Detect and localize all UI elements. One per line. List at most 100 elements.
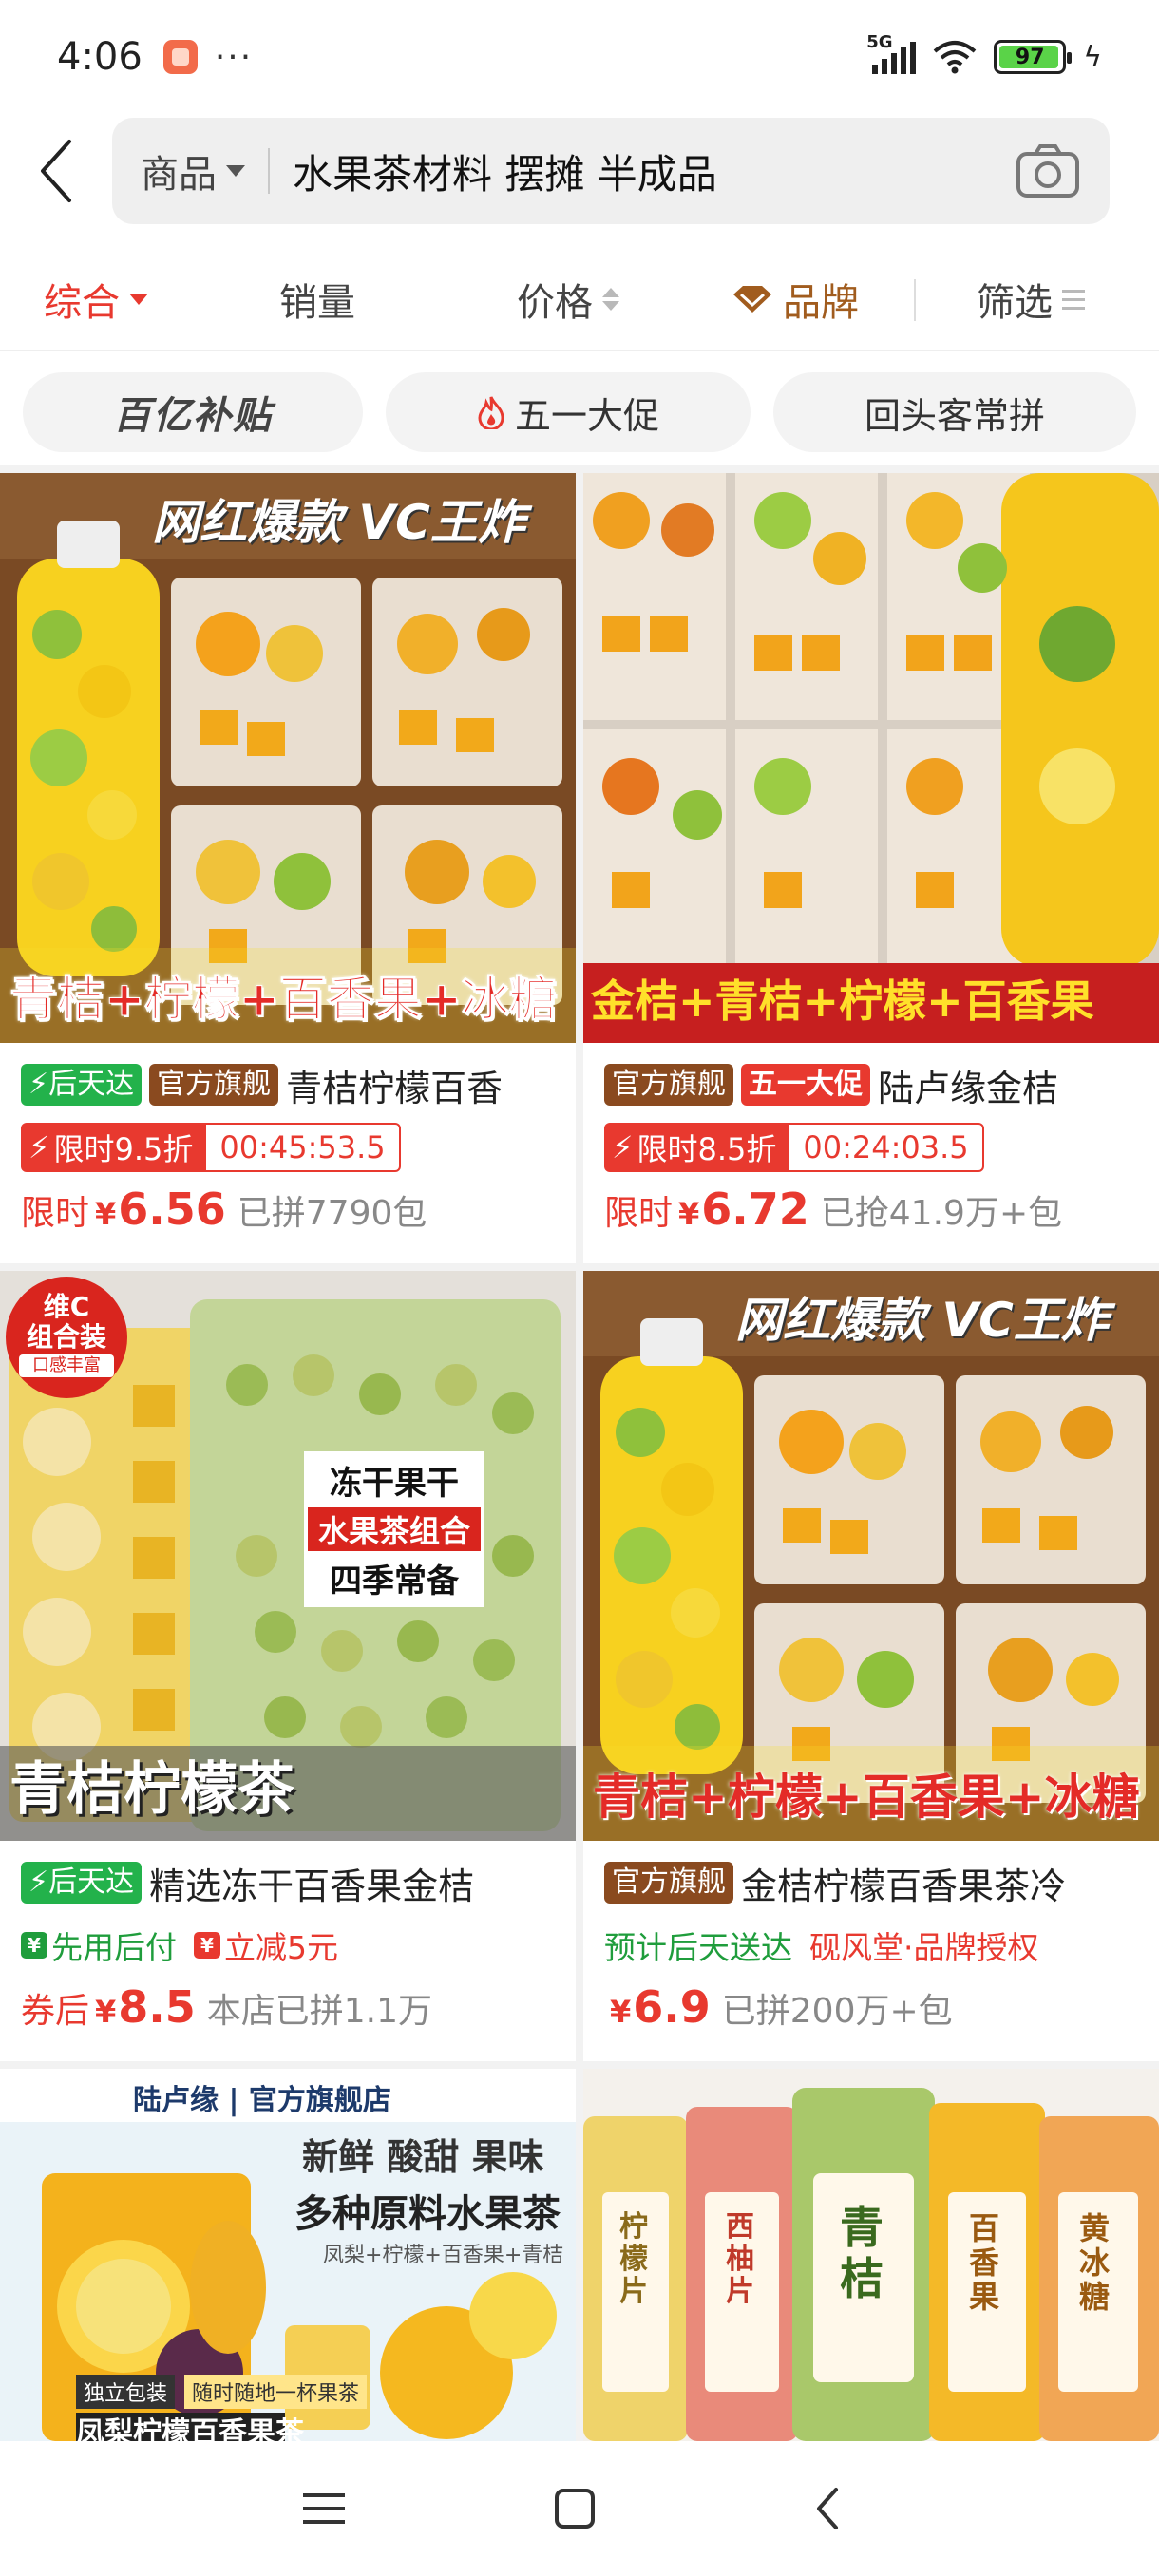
product-card[interactable]: 陆卢缘 | 官方旗舰店 新鲜 酸甜 果味 多种原料水果茶 凤梨+柠檬+百香果+青… <box>0 2069 576 2441</box>
home-icon <box>555 2489 595 2529</box>
bolt-icon: ⚡ <box>28 1129 50 1165</box>
product-image[interactable]: 陆卢缘 | 官方旗舰店 新鲜 酸甜 果味 多种原料水果茶 凤梨+柠檬+百香果+青… <box>0 2069 576 2441</box>
image-banner-bottom: 青桔+柠檬+百香果+冰糖 <box>10 972 558 1028</box>
promo-badge: 五一大促 <box>741 1064 870 1106</box>
promo-mayday-label: 五一大促 <box>514 394 659 437</box>
delivery-badge: ⚡后天达 <box>21 1862 142 1904</box>
search-box[interactable]: 商品 水果茶材料 摆摊 半成品 <box>112 118 1110 224</box>
flash-sale-tag: ⚡ 限时8.5折 00:24:03.5 <box>604 1123 984 1172</box>
sold-count: 已抢41.9万+包 <box>820 1194 1063 1233</box>
product-title-line: 官方旗舰 五一大促 陆卢缘金桔 <box>604 1056 1150 1113</box>
pay-later-tag: ¥ 先用后付 <box>21 1923 177 1968</box>
product-title: 青桔柠檬百香 <box>286 1067 504 1109</box>
sort-brand[interactable]: 品牌 <box>732 272 859 327</box>
search-input[interactable]: 水果茶材料 摆摊 半成品 <box>293 142 1015 200</box>
flash-discount: ⚡ 限时9.5折 <box>21 1123 205 1172</box>
price-label: 券后 <box>21 1992 90 2031</box>
product-image[interactable]: 金桔+青桔+柠檬+百香果 <box>583 473 1159 1043</box>
price-line: 限时 ¥ 6.72 已抢41.9万+包 <box>604 1184 1062 1241</box>
product-card[interactable]: 维C 组合装 口感丰富 冻干果干 水果茶组合 四季常备 青桔柠檬茶 ⚡后天达 精… <box>0 1271 576 2061</box>
sort-bar: 综合 销量 价格 品牌 筛选 <box>0 245 1159 351</box>
product-title-line: ⚡后天达 精选冻干百香果金桔 <box>21 1854 566 1911</box>
price-label: 限时 <box>21 1194 90 1233</box>
status-bar: 4:06 ··· 5G 97 ϟ <box>0 0 1159 114</box>
sort-sales-label: 销量 <box>279 281 355 325</box>
promo-subsidy-label: 百亿补贴 <box>113 394 273 438</box>
system-navigation-bar <box>0 2441 1159 2576</box>
system-back-button[interactable] <box>794 2475 861 2542</box>
chevron-down-icon <box>129 294 148 305</box>
countdown-timer: 00:45:53.5 <box>204 1123 401 1172</box>
discount-icon: ¥ <box>194 1932 220 1959</box>
delivery-badge: ⚡后天达 <box>21 1064 142 1106</box>
image-subhead: 多种原料水果茶 <box>294 2192 560 2236</box>
flash-sale-tag: ⚡ 限时9.5折 00:45:53.5 <box>21 1123 401 1172</box>
product-title: 精选冻干百香果金桔 <box>149 1865 475 1907</box>
filter-lines-icon <box>1062 289 1085 310</box>
camera-icon[interactable] <box>1015 142 1081 199</box>
back-arrow-icon <box>41 140 71 202</box>
image-label-card: 冻干果干 水果茶组合 四季常备 <box>304 1451 484 1607</box>
currency-symbol: ¥ <box>610 1994 632 2030</box>
official-store-badge: 官方旗舰 <box>604 1064 733 1106</box>
sort-comprehensive[interactable]: 综合 <box>44 272 148 327</box>
jar-label: 青桔 <box>840 2202 884 2304</box>
bolt-icon: ⚡ <box>612 1129 634 1165</box>
product-card[interactable]: 网红爆款 VC王炸 青桔+柠檬+百香果+冰糖 官方旗舰 金桔柠檬百香果茶冷 预计… <box>583 1271 1159 2061</box>
product-title-line: 官方旗舰 金桔柠檬百香果茶冷 <box>604 1854 1150 1911</box>
promo-mayday-pill[interactable]: 五一大促 <box>386 372 750 452</box>
wifi-icon <box>933 41 977 74</box>
home-button[interactable] <box>542 2475 608 2542</box>
battery-icon: 97 <box>994 40 1073 74</box>
price-value: 8.5 <box>118 1981 196 2033</box>
service-tags: 预计后天送达 砚风堂·品牌授权 <box>604 1921 1039 1970</box>
product-card[interactable]: 金桔+青桔+柠檬+百香果 官方旗舰 五一大促 陆卢缘金桔 ⚡ 限时8.5折 00:… <box>583 473 1159 1263</box>
discount-tag: ¥ 立减5元 <box>194 1923 338 1968</box>
image-corner-badge: 维C 组合装 口感丰富 <box>6 1292 127 1379</box>
app-notification-icon <box>162 40 198 74</box>
price-value: 6.56 <box>118 1184 226 1235</box>
diamond-icon <box>733 286 771 313</box>
currency-symbol: ¥ <box>95 1994 117 2030</box>
sort-brand-label: 品牌 <box>783 281 859 325</box>
recent-apps-button[interactable] <box>291 2475 357 2542</box>
filter-label: 筛选 <box>977 281 1053 325</box>
search-row: 商品 水果茶材料 摆摊 半成品 <box>0 114 1159 228</box>
product-card[interactable]: 网红爆款 VC王炸 青桔+柠檬+百香果+冰糖 ⚡后天达 官方旗舰 青桔柠檬百香 … <box>0 473 576 1263</box>
back-button[interactable] <box>0 114 112 228</box>
flash-discount: ⚡ 限时8.5折 <box>604 1123 788 1172</box>
jar-label: 百香果 <box>969 2210 1000 2315</box>
price-line: 限时 ¥ 6.56 已拼7790包 <box>21 1184 427 1241</box>
product-image[interactable]: 网红爆款 VC王炸 青桔+柠檬+百香果+冰糖 <box>583 1271 1159 1841</box>
currency-symbol: ¥ <box>678 1196 700 1232</box>
sort-price[interactable]: 价格 <box>517 272 619 327</box>
more-notifications-icon: ··· <box>214 37 254 77</box>
product-card[interactable]: 柠檬片 西柚片 青桔 百香果 黄冰糖 <box>583 2069 1159 2441</box>
image-banner-top: 网红爆款 VC王炸 <box>152 495 525 550</box>
sort-divider <box>914 279 916 321</box>
menu-icon <box>303 2493 345 2524</box>
image-footer: 凤梨柠檬百香果茶 <box>76 2416 304 2441</box>
promo-repeat-label: 回头客常拼 <box>864 394 1045 437</box>
nav-back-icon <box>817 2488 838 2529</box>
filter-button[interactable]: 筛选 <box>977 272 1085 327</box>
sort-sales[interactable]: 销量 <box>279 272 355 327</box>
product-image[interactable]: 网红爆款 VC王炸 青桔+柠檬+百香果+冰糖 <box>0 473 576 1043</box>
image-banner-bottom: 金桔+青桔+柠檬+百香果 <box>591 975 1094 1027</box>
charging-icon: ϟ <box>1083 40 1102 74</box>
pay-later-icon: ¥ <box>21 1932 48 1959</box>
image-brand-header: 陆卢缘 | 官方旗舰店 <box>133 2084 391 2117</box>
image-banner-top: 网红爆款 VC王炸 <box>735 1293 1109 1348</box>
promo-repeat-pill[interactable]: 回头客常拼 <box>773 372 1136 452</box>
promo-subsidy-pill[interactable]: 百亿补贴 <box>23 372 363 452</box>
sort-price-label: 价格 <box>517 281 593 325</box>
product-image[interactable]: 维C 组合装 口感丰富 冻干果干 水果茶组合 四季常备 青桔柠檬茶 <box>0 1271 576 1841</box>
price-line: ¥ 6.9 已拼200万+包 <box>604 1981 953 2038</box>
jar-label: 黄冰糖 <box>1079 2210 1111 2315</box>
product-image[interactable]: 柠檬片 西柚片 青桔 百香果 黄冰糖 <box>583 2069 1159 2441</box>
search-scope-selector[interactable]: 商品 <box>141 143 245 199</box>
sort-arrow-icon <box>602 288 619 311</box>
price-value: 6.72 <box>701 1184 809 1235</box>
product-photo <box>0 473 576 1043</box>
chevron-down-icon <box>226 165 245 177</box>
